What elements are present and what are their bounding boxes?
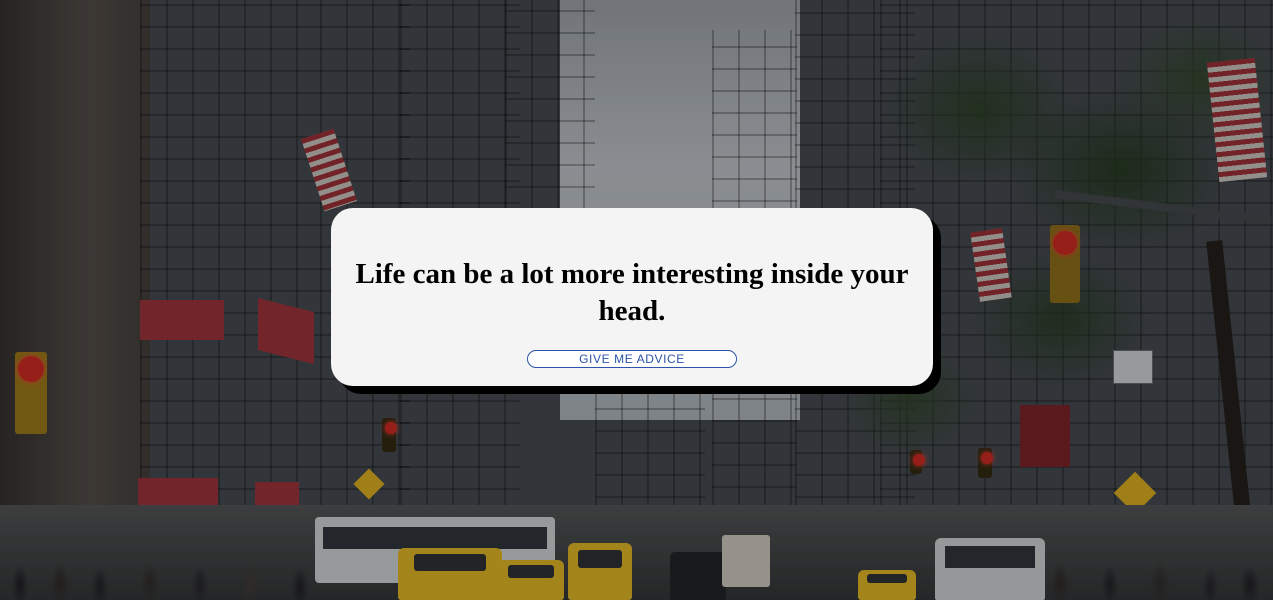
- advice-quote: Life can be a lot more interesting insid…: [355, 258, 909, 327]
- advice-card: Life can be a lot more interesting insid…: [331, 208, 933, 386]
- give-me-advice-button[interactable]: GIVE ME ADVICE: [527, 350, 737, 368]
